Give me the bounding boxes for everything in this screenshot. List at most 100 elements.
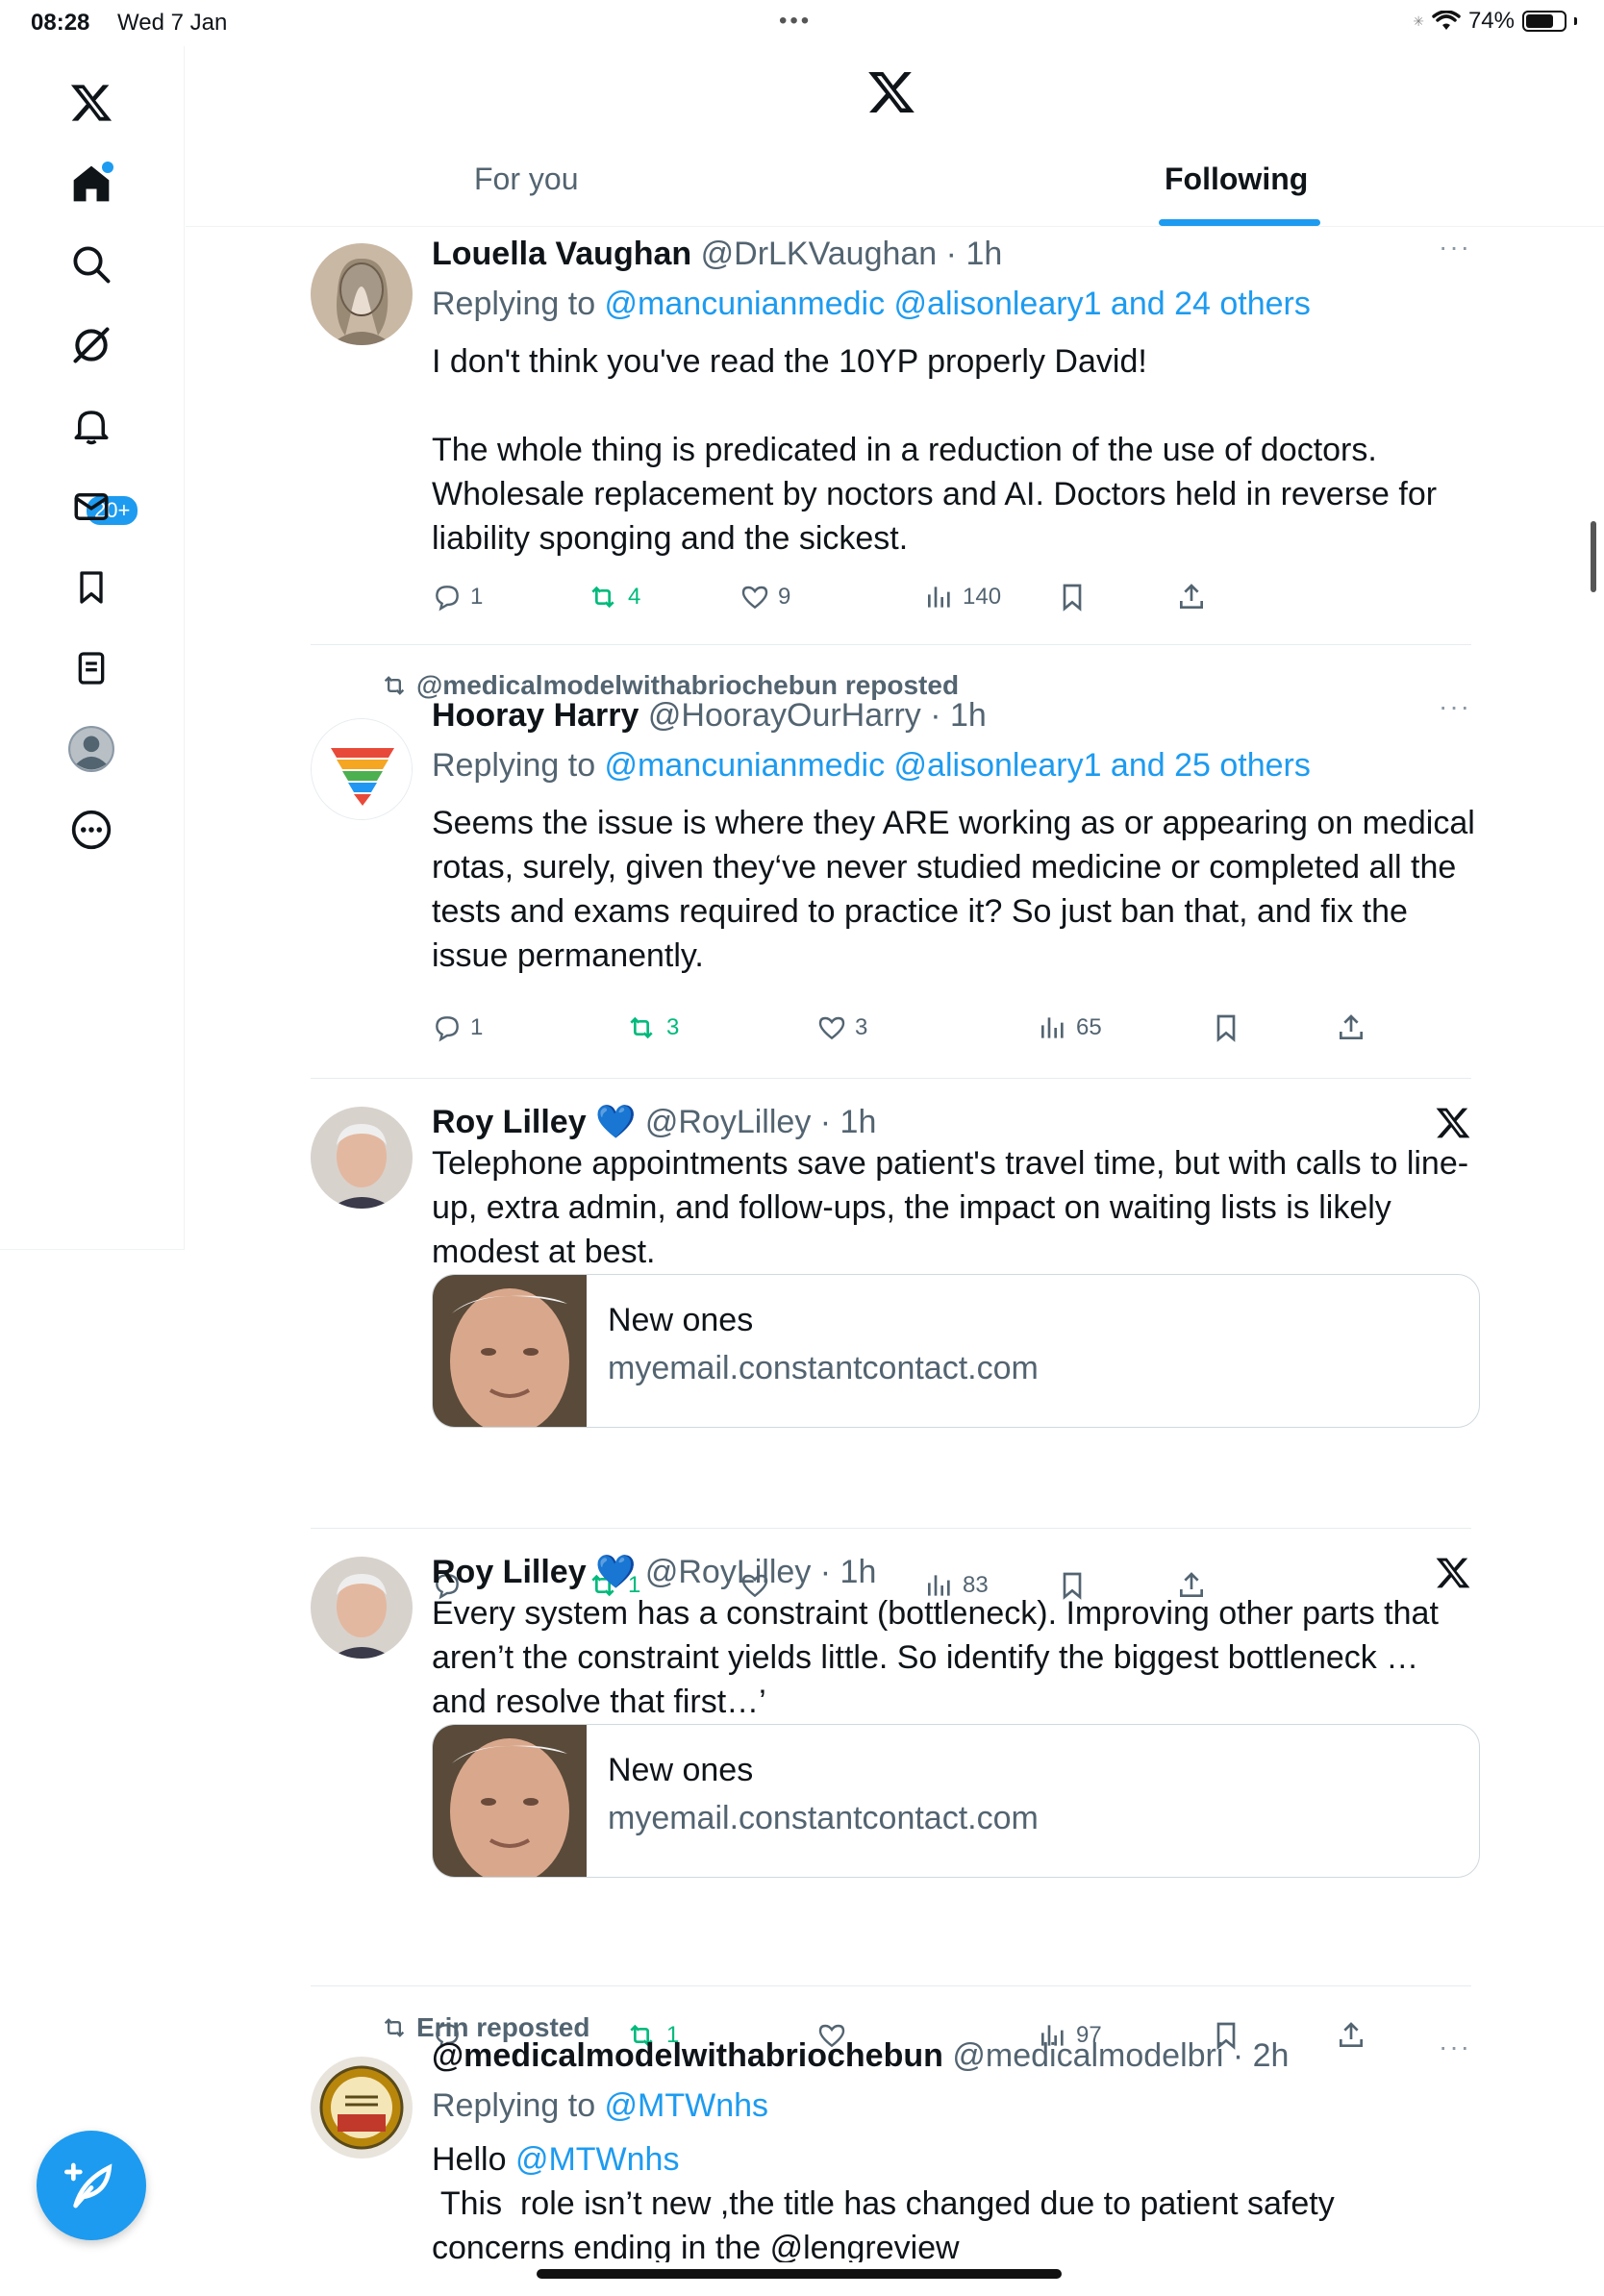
bookmarks-icon[interactable] [58, 554, 125, 621]
messages-icon[interactable] [58, 473, 125, 540]
wifi-icon [1432, 11, 1461, 30]
avatar[interactable] [311, 1107, 413, 1209]
more-options-icon[interactable] [58, 796, 125, 863]
views-button[interactable]: 65 [1038, 1012, 1102, 1043]
link-card-domain: myemail.constantcontact.com [608, 1800, 1039, 1836]
bookmark-button[interactable] [1211, 1012, 1241, 1043]
author-name[interactable]: Roy Lilley [432, 1554, 587, 1590]
author-handle[interactable]: @RoyLilley [645, 1554, 811, 1590]
status-time: 08:28 [31, 10, 90, 36]
more-options-icon[interactable]: ··· [1439, 232, 1471, 262]
signal-icon: ✳ [1413, 12, 1424, 29]
reply-to-links[interactable]: @mancunianmedic @alisonleary1 and 24 oth… [605, 286, 1311, 322]
more-options-icon[interactable]: ··· [1439, 2032, 1471, 2062]
tweet-text: I don't think you've read the 10YP prope… [432, 343, 1438, 557]
avatar[interactable] [311, 1557, 413, 1659]
grok-icon[interactable] [58, 312, 125, 379]
share-icon [1180, 584, 1203, 609]
repost-icon [384, 2018, 405, 2037]
tab-for-you[interactable]: For you [474, 162, 578, 197]
repost-icon [630, 1016, 653, 1039]
reply-to-links[interactable]: @MTWnhs [605, 2087, 769, 2124]
avatar[interactable] [311, 2057, 413, 2159]
tweet-time: · 1h [819, 1554, 877, 1590]
bookmark-icon [1216, 1014, 1236, 1042]
x-close-icon[interactable] [1435, 1555, 1471, 1596]
link-card-image [433, 1275, 587, 1427]
battery-percent: 74% [1467, 8, 1515, 34]
heart-icon [741, 586, 768, 610]
author-name[interactable]: Roy Lilley [432, 1104, 587, 1140]
link-card-title: New ones [608, 1302, 754, 1338]
notifications-bell-icon[interactable] [58, 392, 125, 460]
profile-avatar-icon[interactable] [58, 715, 125, 783]
link-card[interactable]: New ones myemail.constantcontact.com [432, 1274, 1480, 1428]
status-date: Wed 7 Jan [117, 10, 228, 36]
views-button[interactable]: 140 [924, 582, 1001, 612]
tweet-time: · 2h [1232, 2037, 1290, 2074]
avatar[interactable] [311, 243, 413, 345]
link-card[interactable]: New ones myemail.constantcontact.com [432, 1724, 1480, 1878]
sidebar: 20+ [0, 46, 185, 1250]
repost-button[interactable]: 3 [624, 1012, 679, 1043]
author-name[interactable]: Louella Vaughan [432, 236, 691, 272]
repost-icon [591, 586, 614, 609]
reply-button[interactable]: 1 [432, 1012, 483, 1043]
share-icon [1340, 2022, 1363, 2047]
feather-plus-icon [64, 2162, 113, 2209]
reply-to-links[interactable]: @mancunianmedic @alisonleary1 and 25 oth… [605, 747, 1311, 784]
share-icon [1340, 1014, 1363, 1039]
scrollbar[interactable] [1591, 521, 1596, 592]
views-chart-icon [1041, 1017, 1064, 1038]
replying-to: Replying to @mancunianmedic @alisonleary… [432, 286, 1311, 322]
status-bar: 08:28 Wed 7 Jan ••• ✳ 74% [0, 0, 1604, 46]
blue-heart-emoji: 💙 [595, 1104, 637, 1140]
tweet-time: · 1h [945, 236, 1003, 272]
heart-icon [818, 1016, 845, 1040]
multitasking-dots-icon[interactable]: ••• [779, 8, 812, 35]
compose-post-button[interactable] [37, 2131, 146, 2240]
share-button[interactable] [1336, 2020, 1366, 2051]
home-indicator[interactable] [537, 2269, 1062, 2279]
active-tab-indicator [1159, 219, 1320, 226]
author-name[interactable]: @medicalmodelwithabriochebun [432, 2037, 943, 2074]
share-button[interactable] [1336, 1012, 1366, 1043]
x-logo-icon[interactable] [58, 69, 125, 137]
tweet-text: Seems the issue is where they ARE workin… [432, 805, 1475, 974]
reply-icon [436, 586, 459, 611]
timeline-header: For you Following [186, 46, 1604, 227]
lists-icon[interactable] [58, 635, 125, 702]
x-close-icon[interactable] [1435, 1105, 1471, 1146]
author-handle[interactable]: @RoyLilley [645, 1104, 811, 1140]
home-unread-dot [102, 162, 113, 173]
replying-to: Replying to @mancunianmedic @alisonleary… [432, 747, 1311, 784]
repost-icon [384, 676, 405, 695]
more-options-icon[interactable]: ··· [1439, 691, 1471, 722]
home-icon[interactable] [58, 150, 125, 217]
bookmark-icon [1063, 584, 1082, 611]
author-name[interactable]: Hooray Harry [432, 697, 639, 734]
reply-icon [436, 1016, 459, 1042]
link-card-domain: myemail.constantcontact.com [608, 1350, 1039, 1386]
search-icon[interactable] [58, 231, 125, 298]
blue-heart-emoji: 💙 [595, 1554, 637, 1590]
bookmark-button[interactable] [1057, 582, 1088, 612]
tab-following[interactable]: Following [1165, 162, 1308, 197]
repost-button[interactable]: 4 [586, 582, 640, 612]
tweet-time: · 1h [819, 1104, 877, 1140]
like-button[interactable]: 9 [739, 582, 790, 612]
tweet-text: Every system has a constraint (bottlenec… [432, 1595, 1439, 1720]
tweet-time: · 1h [930, 697, 987, 734]
author-handle[interactable]: @DrLKVaughan [701, 236, 938, 272]
views-chart-icon [928, 586, 950, 608]
author-handle[interactable]: @medicalmodelbri [952, 2037, 1223, 2074]
share-button[interactable] [1176, 582, 1207, 612]
avatar[interactable] [311, 718, 413, 820]
replying-to: Replying to @MTWnhs [432, 2087, 769, 2124]
mention-link[interactable]: @MTWnhs [515, 2141, 680, 2178]
x-logo-icon [866, 67, 916, 122]
author-handle[interactable]: @HoorayOurHarry [648, 697, 921, 734]
tweet-actions: 1 4 9 140 [432, 582, 1480, 620]
like-button[interactable]: 3 [816, 1012, 867, 1043]
reply-button[interactable]: 1 [432, 582, 483, 612]
